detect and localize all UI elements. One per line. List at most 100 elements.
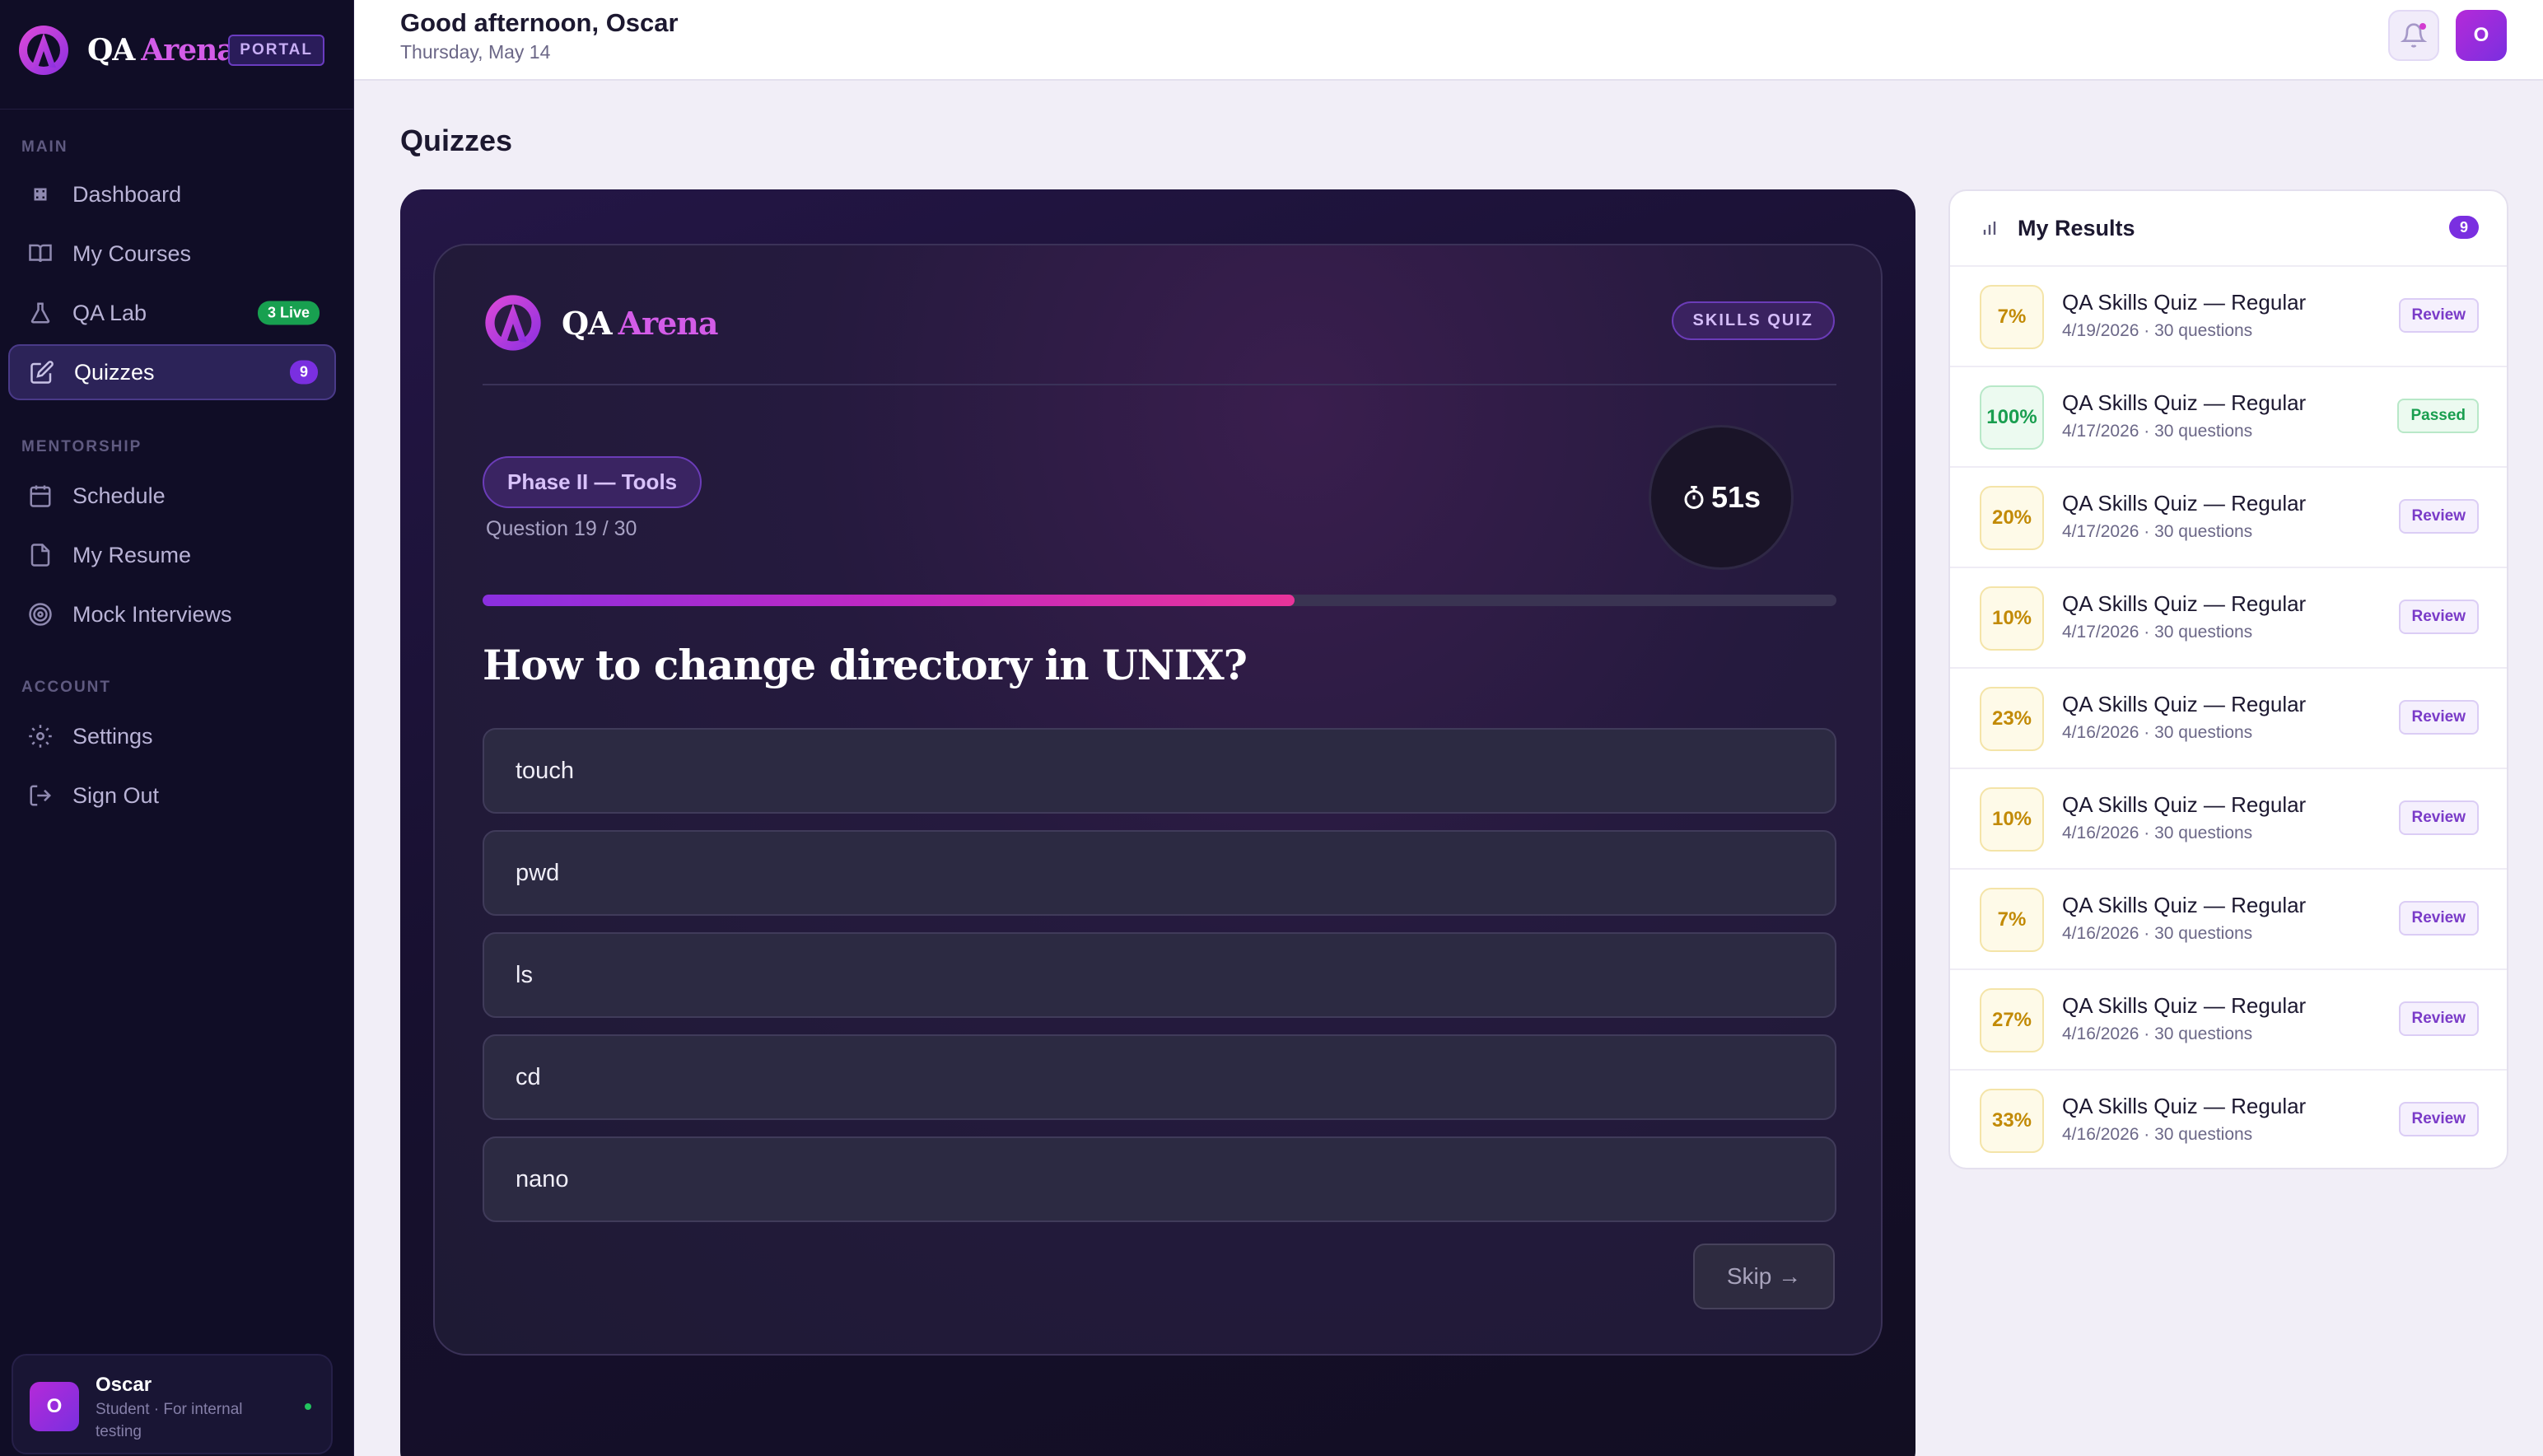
- result-meta: 4/19/2026 · 30 questions: [2062, 321, 2253, 340]
- result-title: QA Skills Quiz — Regular: [2062, 390, 2307, 415]
- document-icon: [30, 544, 50, 567]
- sidebar-item-dashboard[interactable]: Dashboard: [8, 166, 336, 222]
- quiz-card: QA Arena SKILLS QUIZ Phase II — Tools Que…: [433, 244, 1883, 1356]
- skip-button[interactable]: Skip →: [1693, 1244, 1835, 1309]
- question-text: How to change directory in UNIX?: [483, 641, 1248, 689]
- greeting: Good afternoon, Oscar: [400, 8, 679, 37]
- sidebar-item-schedule[interactable]: Schedule: [8, 468, 336, 524]
- results-header: My Results 9: [1950, 191, 2507, 267]
- result-row: 7% QA Skills Quiz — Regular 4/16/2026 · …: [1950, 870, 2507, 970]
- countdown-timer: 51s: [1649, 425, 1794, 570]
- review-button[interactable]: Review: [2398, 600, 2479, 634]
- sidebar-item-label: Quizzes: [74, 359, 155, 385]
- current-date: Thursday, May 14: [400, 41, 551, 63]
- review-button[interactable]: Review: [2398, 1102, 2479, 1136]
- sidebar-divider: [0, 109, 354, 110]
- sidebar-item-label: QA Lab: [72, 300, 147, 325]
- score-badge: 27%: [1980, 988, 2044, 1052]
- result-row: 33% QA Skills Quiz — Regular 4/16/2026 ·…: [1950, 1071, 2507, 1168]
- phase-pill: Phase II — Tools: [483, 456, 702, 508]
- result-title: QA Skills Quiz — Regular: [2062, 491, 2307, 516]
- answer-option[interactable]: touch: [483, 728, 1836, 814]
- review-button[interactable]: Review: [2398, 901, 2479, 936]
- sidebar-item-my-courses[interactable]: My Courses: [8, 226, 336, 282]
- quiz-brand-name: QA Arena: [562, 304, 719, 342]
- score-badge: 33%: [1980, 1089, 2044, 1153]
- sign-out-icon: [30, 785, 52, 806]
- score-badge: 10%: [1980, 787, 2044, 852]
- stopwatch-icon: [1684, 486, 1704, 509]
- result-row: 20% QA Skills Quiz — Regular 4/17/2026 ·…: [1950, 468, 2507, 568]
- sidebar-item-label: Dashboard: [72, 181, 182, 207]
- result-meta: 4/17/2026 · 30 questions: [2062, 522, 2253, 541]
- quiz-progress-fill: [483, 595, 1295, 606]
- answer-option[interactable]: cd: [483, 1034, 1836, 1120]
- result-row: 7% QA Skills Quiz — Regular 4/19/2026 · …: [1950, 267, 2507, 367]
- sidebar-item-quizzes[interactable]: Quizzes 9: [8, 344, 336, 400]
- result-title: QA Skills Quiz — Regular: [2062, 692, 2307, 716]
- result-meta: 4/16/2026 · 30 questions: [2062, 924, 2253, 943]
- result-title: QA Skills Quiz — Regular: [2062, 591, 2307, 616]
- user-avatar-button[interactable]: O: [2456, 10, 2507, 61]
- qa-arena-logo-icon: [485, 295, 541, 351]
- answer-option[interactable]: ls: [483, 932, 1836, 1018]
- calendar-icon: [30, 485, 51, 507]
- bar-chart-icon: [1983, 222, 1996, 235]
- result-row: 27% QA Skills Quiz — Regular 4/16/2026 ·…: [1950, 970, 2507, 1071]
- result-row: 10% QA Skills Quiz — Regular 4/17/2026 ·…: [1950, 568, 2507, 669]
- user-profile-card[interactable]: O Oscar Student · For internal testing: [12, 1354, 333, 1454]
- notifications-button[interactable]: [2388, 10, 2439, 61]
- brand[interactable]: QA Arena PORTAL: [16, 21, 338, 79]
- live-badge: 3 Live: [257, 301, 320, 325]
- sidebar-item-label: Sign Out: [72, 782, 160, 808]
- review-button[interactable]: Review: [2398, 800, 2479, 835]
- result-meta: 4/16/2026 · 30 questions: [2062, 1125, 2253, 1144]
- result-meta: 4/17/2026 · 30 questions: [2062, 422, 2253, 441]
- review-button[interactable]: Review: [2398, 298, 2479, 333]
- sidebar-item-settings[interactable]: Settings: [8, 708, 336, 764]
- brand-name: QA Arena: [87, 33, 236, 68]
- notification-dot: [2419, 23, 2426, 30]
- review-button[interactable]: Review: [2398, 1001, 2479, 1036]
- answer-option[interactable]: pwd: [483, 830, 1836, 916]
- answer-option[interactable]: nano: [483, 1136, 1836, 1222]
- score-badge: 7%: [1980, 888, 2044, 952]
- quiz-type-badge: SKILLS QUIZ: [1671, 301, 1835, 340]
- avatar: O: [30, 1382, 79, 1431]
- result-title: QA Skills Quiz — Regular: [2062, 1094, 2307, 1118]
- review-button[interactable]: Review: [2398, 499, 2479, 534]
- result-row: 23% QA Skills Quiz — Regular 4/16/2026 ·…: [1950, 669, 2507, 769]
- section-label-mentorship: MENTORSHIP: [21, 438, 142, 455]
- answer-options: touch pwd ls cd nano: [483, 728, 1836, 1239]
- sidebar-item-label: Mock Interviews: [72, 601, 232, 627]
- sidebar-item-label: Settings: [72, 723, 153, 749]
- result-meta: 4/16/2026 · 30 questions: [2062, 824, 2253, 842]
- flask-icon: [30, 302, 50, 324]
- edit-icon: [30, 361, 54, 384]
- score-badge: 100%: [1980, 385, 2044, 450]
- review-button[interactable]: Review: [2398, 700, 2479, 735]
- passed-badge: Passed: [2397, 399, 2479, 433]
- score-badge: 10%: [1980, 586, 2044, 651]
- sidebar-item-mock-interviews[interactable]: Mock Interviews: [8, 586, 336, 642]
- target-icon: [29, 603, 52, 626]
- timer-value: 51s: [1710, 480, 1761, 514]
- sidebar-item-my-resume[interactable]: My Resume: [8, 527, 336, 583]
- qa-arena-logo-icon: [19, 26, 68, 75]
- result-title: QA Skills Quiz — Regular: [2062, 290, 2307, 315]
- sidebar-item-label: Schedule: [72, 483, 166, 508]
- result-row: 10% QA Skills Quiz — Regular 4/16/2026 ·…: [1950, 769, 2507, 870]
- result-title: QA Skills Quiz — Regular: [2062, 792, 2307, 817]
- sidebar-item-label: My Courses: [72, 240, 192, 266]
- user-role: Student · For internal testing: [96, 1401, 243, 1440]
- result-title: QA Skills Quiz — Regular: [2062, 893, 2307, 917]
- sidebar-item-qa-lab[interactable]: QA Lab 3 Live: [8, 285, 336, 341]
- score-badge: 7%: [1980, 285, 2044, 349]
- results-count-badge: 9: [2449, 216, 2479, 239]
- user-name: Oscar: [96, 1374, 152, 1396]
- quiz-panel: QA Arena SKILLS QUIZ Phase II — Tools Que…: [400, 189, 1915, 1456]
- gear-icon: [29, 725, 52, 748]
- count-badge: 9: [289, 360, 318, 385]
- result-meta: 4/16/2026 · 30 questions: [2062, 1024, 2253, 1043]
- sidebar-item-sign-out[interactable]: Sign Out: [8, 768, 336, 824]
